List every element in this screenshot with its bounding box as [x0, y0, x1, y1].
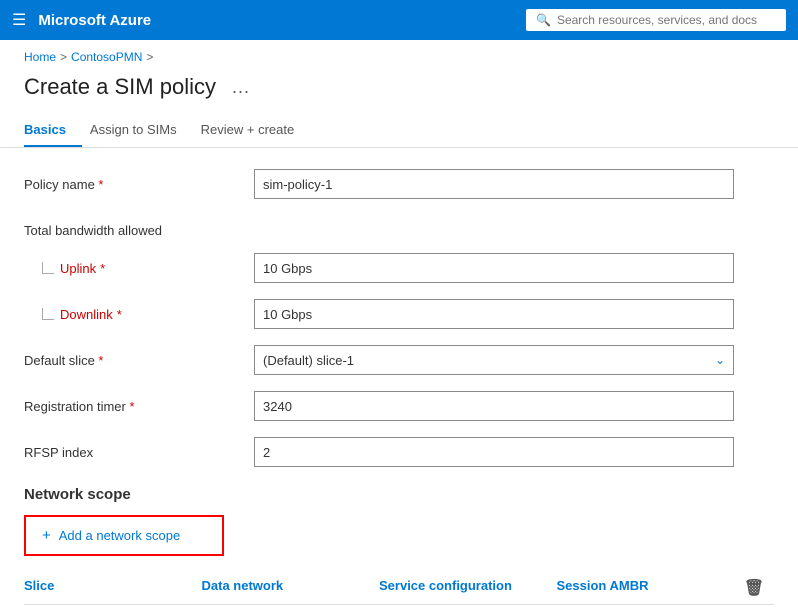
uplink-input[interactable]	[254, 253, 734, 283]
breadcrumb-contoso[interactable]: ContosoPMN	[71, 50, 142, 64]
search-input[interactable]	[557, 13, 776, 27]
default-slice-row: Default slice * (Default) slice-1 ⌄	[24, 344, 774, 376]
default-slice-select[interactable]: (Default) slice-1	[263, 353, 725, 368]
form-area: Policy name * Total bandwidth allowed Up…	[0, 168, 798, 605]
page-title-row: Create a SIM policy ...	[0, 68, 798, 114]
add-network-scope-button[interactable]: + Add a network scope	[24, 515, 224, 556]
downlink-row: Downlink *	[24, 298, 774, 330]
breadcrumb-separator-1: >	[60, 50, 67, 64]
tab-assign-to-sims[interactable]: Assign to SIMs	[90, 114, 193, 147]
search-bar[interactable]: 🔍	[526, 9, 786, 31]
breadcrumb-home[interactable]: Home	[24, 50, 56, 64]
bandwidth-label-row: Total bandwidth allowed	[24, 214, 774, 246]
page-title: Create a SIM policy	[24, 74, 216, 100]
search-icon: 🔍	[536, 13, 551, 27]
downlink-label: Downlink *	[24, 307, 254, 322]
col-data-network: Data network	[202, 578, 380, 598]
tabs-container: Basics Assign to SIMs Review + create	[0, 114, 798, 148]
tab-review-create[interactable]: Review + create	[201, 114, 311, 147]
bandwidth-label: Total bandwidth allowed	[24, 223, 254, 238]
delete-icon: 🗑	[744, 578, 764, 598]
registration-timer-input[interactable]	[254, 391, 734, 421]
top-navigation: ☰ Microsoft Azure 🔍	[0, 0, 798, 40]
table-headers: Slice Data network Service configuration…	[24, 566, 774, 605]
default-slice-label: Default slice *	[24, 353, 254, 368]
default-slice-select-wrapper[interactable]: (Default) slice-1 ⌄	[254, 345, 734, 375]
col-delete: 🗑	[734, 578, 774, 598]
col-session-ambr: Session AMBR	[557, 578, 735, 598]
col-service-config: Service configuration	[379, 578, 557, 598]
uplink-row: Uplink *	[24, 252, 774, 284]
policy-name-row: Policy name *	[24, 168, 774, 200]
policy-name-input[interactable]	[254, 169, 734, 199]
add-network-label: Add a network scope	[59, 528, 180, 543]
registration-timer-row: Registration timer *	[24, 390, 774, 422]
breadcrumb-separator-2: >	[146, 50, 153, 64]
plus-icon: +	[42, 527, 51, 544]
downlink-input[interactable]	[254, 299, 734, 329]
uplink-label: Uplink *	[24, 261, 254, 276]
tab-basics[interactable]: Basics	[24, 114, 82, 147]
ellipsis-button[interactable]: ...	[226, 75, 256, 100]
policy-name-label: Policy name *	[24, 177, 254, 192]
registration-timer-label: Registration timer *	[24, 399, 254, 414]
rfsp-label: RFSP index	[24, 445, 254, 460]
rfsp-row: RFSP index	[24, 436, 774, 468]
network-scope-title: Network scope	[24, 486, 774, 503]
breadcrumb: Home > ContosoPMN >	[0, 40, 798, 68]
col-slice: Slice	[24, 578, 202, 598]
azure-title: Microsoft Azure	[38, 12, 151, 29]
hamburger-icon[interactable]: ☰	[12, 10, 26, 30]
rfsp-input[interactable]	[254, 437, 734, 467]
